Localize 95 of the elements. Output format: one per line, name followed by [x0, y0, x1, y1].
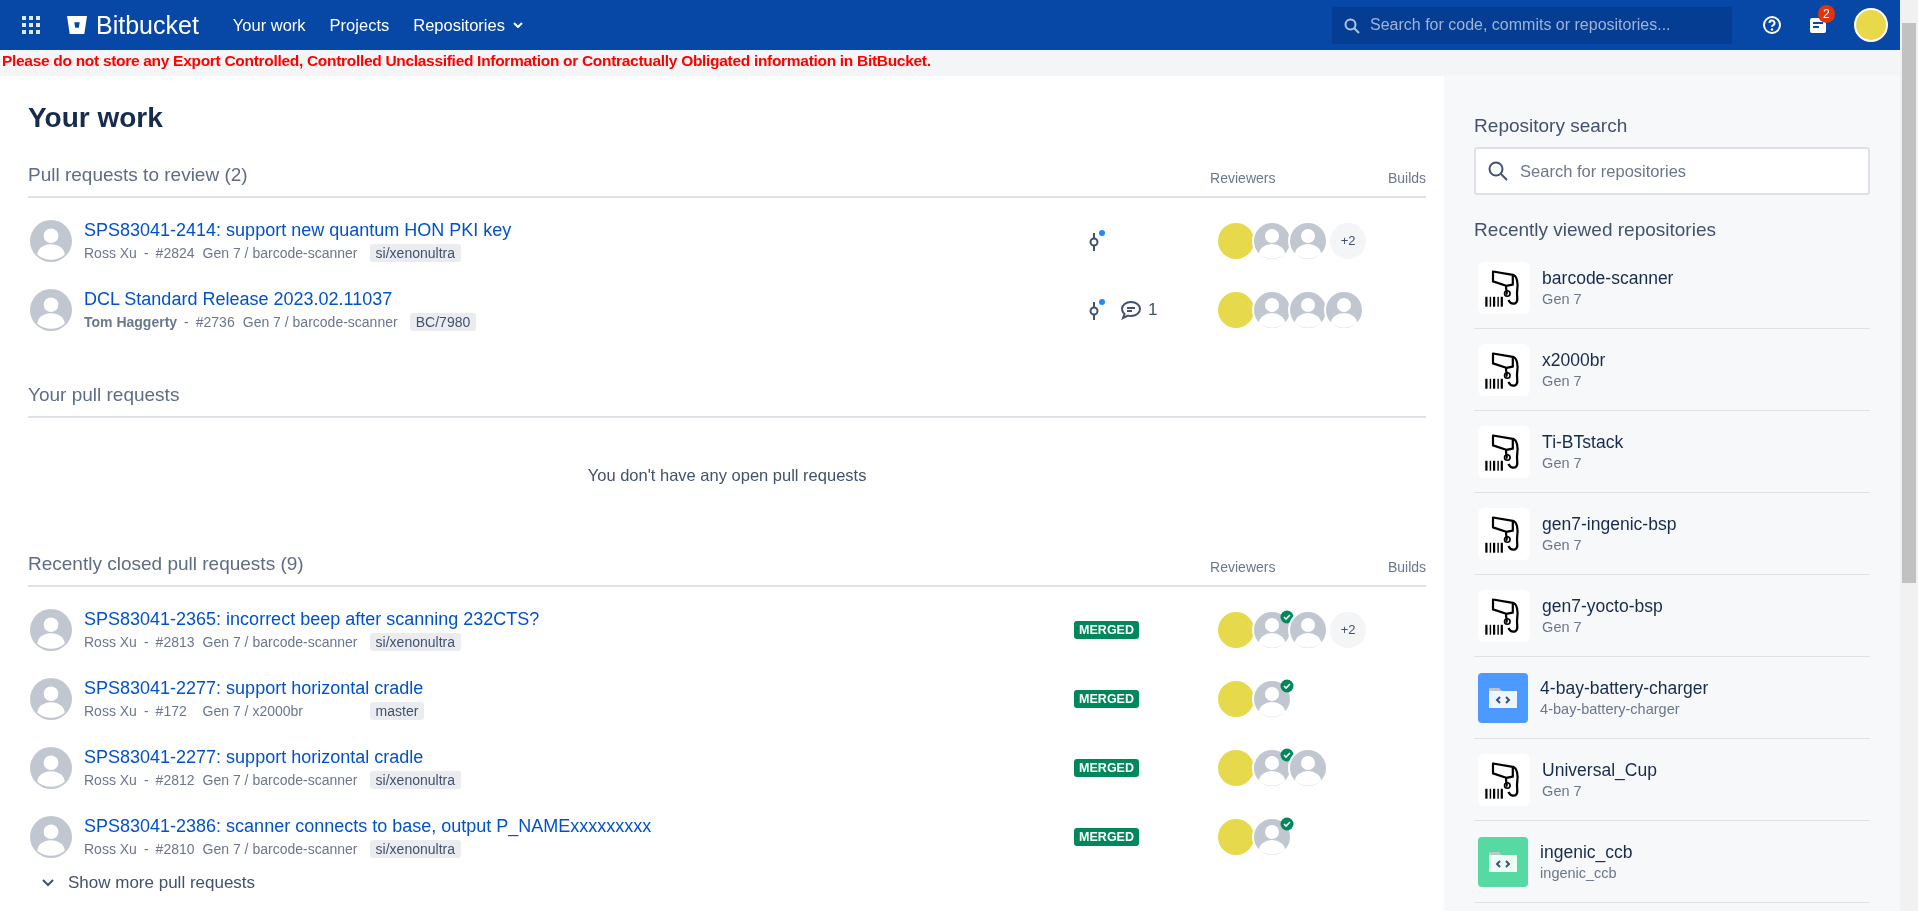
warning-text: Please do not store any Export Controlled, Controlled Unclassified Information or Contractually Obligated information in BitBucket.: [2, 52, 932, 70]
notification-count: 2: [1818, 5, 1835, 23]
author-name: Ross Xu: [84, 244, 137, 261]
status-lozenge: MERGED: [1074, 758, 1139, 777]
branch-label: si/xenonultra: [369, 839, 461, 858]
repository-link[interactable]: gen7-yocto-bsp: [1542, 596, 1663, 617]
comment-icon: [1120, 299, 1143, 320]
app-grid-icon[interactable]: [22, 16, 40, 34]
separator: -: [143, 244, 149, 261]
repository-path: Gen 7 / barcode-scanner: [242, 313, 399, 330]
bucket-logo-icon[interactable]: [66, 15, 88, 35]
status-lozenge: MERGED: [1074, 620, 1139, 639]
pull-request-number: #2810: [155, 840, 196, 857]
product-name[interactable]: Bitbucket: [96, 10, 199, 40]
author-name: Ross Xu: [84, 633, 137, 650]
separator: -: [143, 771, 149, 788]
show-more-link[interactable]: Show more pull requests: [42, 873, 1427, 893]
repository-link[interactable]: ingenic_ccb: [1540, 842, 1633, 863]
page-title: Your work: [28, 102, 164, 134]
nav-link[interactable]: Repositories: [413, 15, 523, 35]
pull-request-number: #2736: [195, 313, 236, 330]
project-name: Gen 7: [1542, 291, 1583, 307]
branch-label: BC/7980: [409, 312, 477, 331]
pull-request-number: #172: [155, 702, 188, 719]
repository-link[interactable]: x2000br: [1542, 350, 1606, 371]
user-avatar-icon: [30, 608, 72, 651]
sidebar-heading: Recently viewed repositories: [1474, 219, 1717, 241]
project-name: ingenic_ccb: [1540, 865, 1618, 881]
branch-label: si/xenonultra: [369, 770, 461, 789]
repository-path: Gen 7 / barcode-scanner: [202, 840, 359, 857]
separator: -: [143, 633, 149, 650]
column-header: Reviewers: [1210, 170, 1277, 186]
column-header: Builds: [1386, 559, 1427, 575]
branch-label: si/xenonultra: [369, 632, 461, 651]
repository-link[interactable]: Universal_Cup: [1542, 760, 1657, 781]
more-reviewers-count: +2: [1330, 611, 1367, 648]
scrollbar[interactable]: [1900, 0, 1918, 911]
author-name: Tom Haggerty: [84, 313, 178, 330]
author-name: Ross Xu: [84, 702, 137, 719]
pull-request-link[interactable]: SPS83041-2277: support horizontal cradle: [84, 746, 1057, 768]
section-heading: Recently closed pull requests (9): [28, 553, 305, 575]
separator: -: [184, 313, 189, 330]
nav-link[interactable]: Your work: [232, 15, 306, 35]
project-name: Gen 7: [1542, 783, 1583, 799]
project-name: Gen 7: [1542, 619, 1583, 635]
repository-path: Gen 7 / barcode-scanner: [202, 244, 359, 261]
repository-path: Gen 7 / x2000br: [202, 702, 304, 719]
repository-link[interactable]: Ti-BTstack: [1542, 432, 1624, 453]
section-heading: Pull requests to review (2): [28, 164, 249, 186]
repository-search-field[interactable]: Search for repositories: [1474, 147, 1871, 195]
empty-message: You don't have any open pull requests: [586, 466, 868, 485]
project-name: Gen 7: [1542, 373, 1583, 389]
user-avatar-icon: [30, 746, 72, 789]
author-name: Ross Xu: [84, 840, 137, 857]
pull-request-link[interactable]: SPS83041-2414: support new quantum HON PKI key: [84, 219, 1057, 241]
sidebar-heading: Repository search: [1474, 115, 1629, 137]
status-lozenge: MERGED: [1074, 827, 1139, 846]
repository-path: Gen 7 / barcode-scanner: [202, 633, 359, 650]
pull-request-link[interactable]: SPS83041-2386: scanner connects to base, output P_NAMExxxxxxxxx: [84, 815, 1057, 837]
project-name: Gen 7: [1542, 455, 1583, 471]
search-icon: [1488, 161, 1509, 181]
repository-link[interactable]: 4-bay-battery-charger: [1540, 678, 1709, 699]
more-reviewers-count: +2: [1330, 222, 1367, 259]
caret-icon[interactable]: [512, 22, 523, 28]
section-heading: Your pull requests: [28, 384, 181, 406]
repository-link[interactable]: gen7-ingenic-bsp: [1542, 514, 1677, 535]
column-header: Builds: [1386, 170, 1427, 186]
repository-path: Gen 7 / barcode-scanner: [202, 771, 359, 788]
nav-link[interactable]: Projects: [329, 15, 390, 35]
search-icon: [1344, 17, 1360, 34]
repository-link[interactable]: barcode-scanner: [1542, 268, 1674, 289]
user-avatar-icon: [30, 815, 72, 858]
user-avatar[interactable]: [1854, 8, 1888, 42]
author-name: Ross Xu: [84, 771, 137, 788]
help-icon[interactable]: [1762, 15, 1782, 35]
pull-request-number: #2812: [155, 771, 196, 788]
comment-count: 1: [1148, 299, 1158, 320]
status-lozenge: MERGED: [1074, 689, 1139, 708]
user-avatar-icon: [30, 677, 72, 720]
search-field[interactable]: Search for code, commits or repositories...: [1332, 6, 1732, 44]
column-header: Reviewers: [1210, 559, 1277, 575]
separator: -: [143, 702, 149, 719]
pull-request-number: #2813: [155, 633, 196, 650]
pull-request-link[interactable]: SPS83041-2365: incorrect beep after scanning 232CTS?: [84, 608, 1057, 630]
project-name: Gen 7: [1542, 537, 1583, 553]
separator: -: [143, 840, 149, 857]
pull-request-link[interactable]: DCL Standard Release 2023.02.11037: [84, 288, 1057, 310]
user-avatar-icon: [30, 219, 72, 262]
branch-label: master: [369, 701, 425, 720]
chevron-icon[interactable]: [42, 879, 54, 887]
branch-label: si/xenonultra: [369, 243, 461, 262]
pull-request-number: #2824: [155, 244, 196, 261]
user-avatar-icon: [30, 288, 72, 331]
pull-request-link[interactable]: SPS83041-2277: support horizontal cradle: [84, 677, 1057, 699]
project-name: 4-bay-battery-charger: [1540, 701, 1681, 717]
